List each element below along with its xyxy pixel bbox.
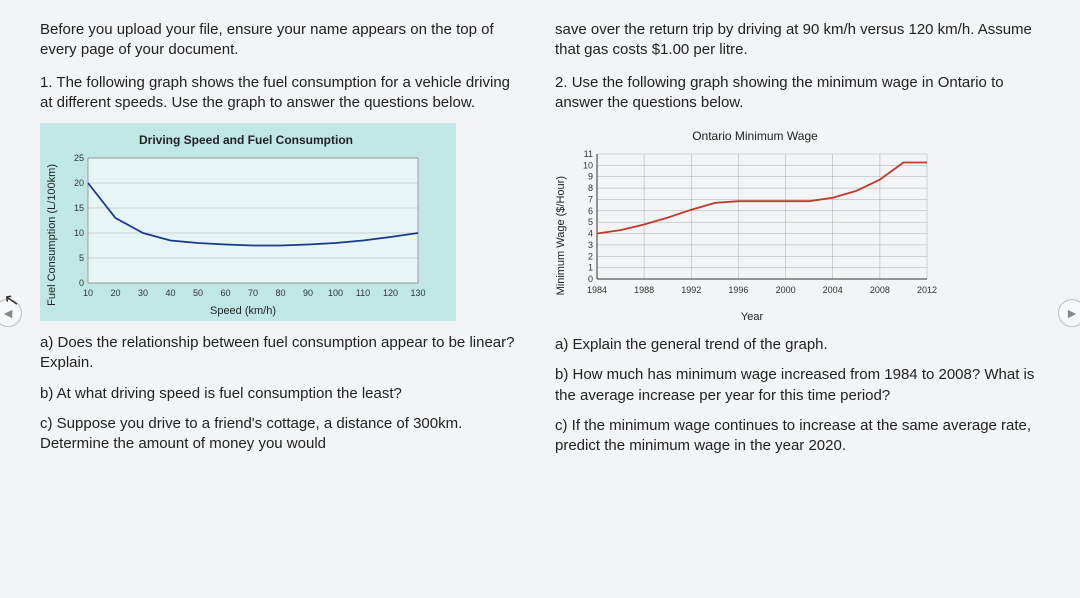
svg-text:10: 10 (583, 160, 593, 170)
svg-text:8: 8 (588, 183, 593, 193)
next-page-button[interactable]: ► (1058, 299, 1080, 327)
chart2-ylabel: Minimum Wage ($/Hour) (555, 176, 567, 295)
svg-text:2012: 2012 (917, 285, 937, 295)
svg-text:2: 2 (588, 251, 593, 261)
svg-text:50: 50 (193, 288, 203, 298)
svg-text:2004: 2004 (823, 285, 843, 295)
q2c: c) If the minimum wage continues to incr… (555, 416, 1040, 457)
svg-text:6: 6 (588, 206, 593, 216)
svg-text:1996: 1996 (728, 285, 748, 295)
q1-number: 1. (40, 74, 53, 91)
chart1-svg: 0 5 10 15 20 25 10 20 30 40 50 60 70 80 90 100… (58, 153, 428, 303)
svg-text:40: 40 (165, 288, 175, 298)
chart1-xlabel: Speed (km/h) (58, 305, 428, 317)
svg-text:1988: 1988 (634, 285, 654, 295)
svg-text:7: 7 (588, 195, 593, 205)
wage-chart: Ontario Minimum Wage Minimum Wage ($/Hou… (555, 123, 955, 323)
chart1-title: Driving Speed and Fuel Consumption (46, 133, 446, 147)
fuel-chart: Driving Speed and Fuel Consumption Fuel … (40, 123, 456, 321)
q1-text: The following graph shows the fuel consu… (40, 74, 510, 111)
svg-text:30: 30 (138, 288, 148, 298)
svg-text:5: 5 (79, 253, 84, 263)
svg-text:20: 20 (110, 288, 120, 298)
svg-text:15: 15 (74, 203, 84, 213)
svg-text:1984: 1984 (587, 285, 607, 295)
svg-text:130: 130 (410, 288, 425, 298)
svg-text:10: 10 (74, 228, 84, 238)
q2-number: 2. (555, 74, 568, 91)
svg-text:0: 0 (79, 278, 84, 288)
chart2-title: Ontario Minimum Wage (555, 129, 955, 143)
svg-text:9: 9 (588, 172, 593, 182)
q2-text: Use the following graph showing the mini… (555, 74, 1004, 111)
svg-text:1992: 1992 (681, 285, 701, 295)
intro-text: Before you upload your file, ensure your… (40, 20, 525, 61)
svg-text:11: 11 (584, 149, 593, 159)
svg-text:10: 10 (83, 288, 93, 298)
chart2-svg: 01 2 34 5 67 8 9 1011 1984 1988 1992 1996 2000 2… (567, 149, 937, 309)
svg-text:120: 120 (383, 288, 398, 298)
svg-text:70: 70 (248, 288, 258, 298)
chart1-ylabel: Fuel Consumption (L/100km) (46, 164, 58, 306)
q1-continuation: save over the return trip by driving at … (555, 20, 1040, 61)
left-column: Before you upload your file, ensure your… (40, 20, 525, 466)
q2a: a) Explain the general trend of the grap… (555, 335, 1040, 355)
q1c: c) Suppose you drive to a friend's cotta… (40, 414, 525, 455)
svg-text:2008: 2008 (870, 285, 890, 295)
cursor-icon: ↖ (2, 289, 21, 312)
q1-header: 1. The following graph shows the fuel co… (40, 73, 525, 114)
svg-text:5: 5 (588, 217, 593, 227)
chart2-xlabel: Year (567, 311, 937, 323)
right-column: save over the return trip by driving at … (555, 20, 1040, 466)
svg-text:4: 4 (588, 229, 593, 239)
svg-text:60: 60 (220, 288, 230, 298)
svg-text:1: 1 (588, 263, 593, 273)
q2b: b) How much has minimum wage increased f… (555, 365, 1040, 406)
svg-text:25: 25 (74, 153, 84, 163)
q1a: a) Does the relationship between fuel co… (40, 333, 525, 374)
q1b: b) At what driving speed is fuel consump… (40, 384, 525, 404)
svg-text:3: 3 (588, 240, 593, 250)
svg-text:90: 90 (303, 288, 313, 298)
svg-text:2000: 2000 (776, 285, 796, 295)
q2-header: 2. Use the following graph showing the m… (555, 73, 1040, 114)
svg-text:100: 100 (328, 288, 343, 298)
svg-text:20: 20 (74, 178, 84, 188)
svg-text:110: 110 (356, 288, 370, 298)
svg-text:80: 80 (275, 288, 285, 298)
svg-text:0: 0 (588, 274, 593, 284)
